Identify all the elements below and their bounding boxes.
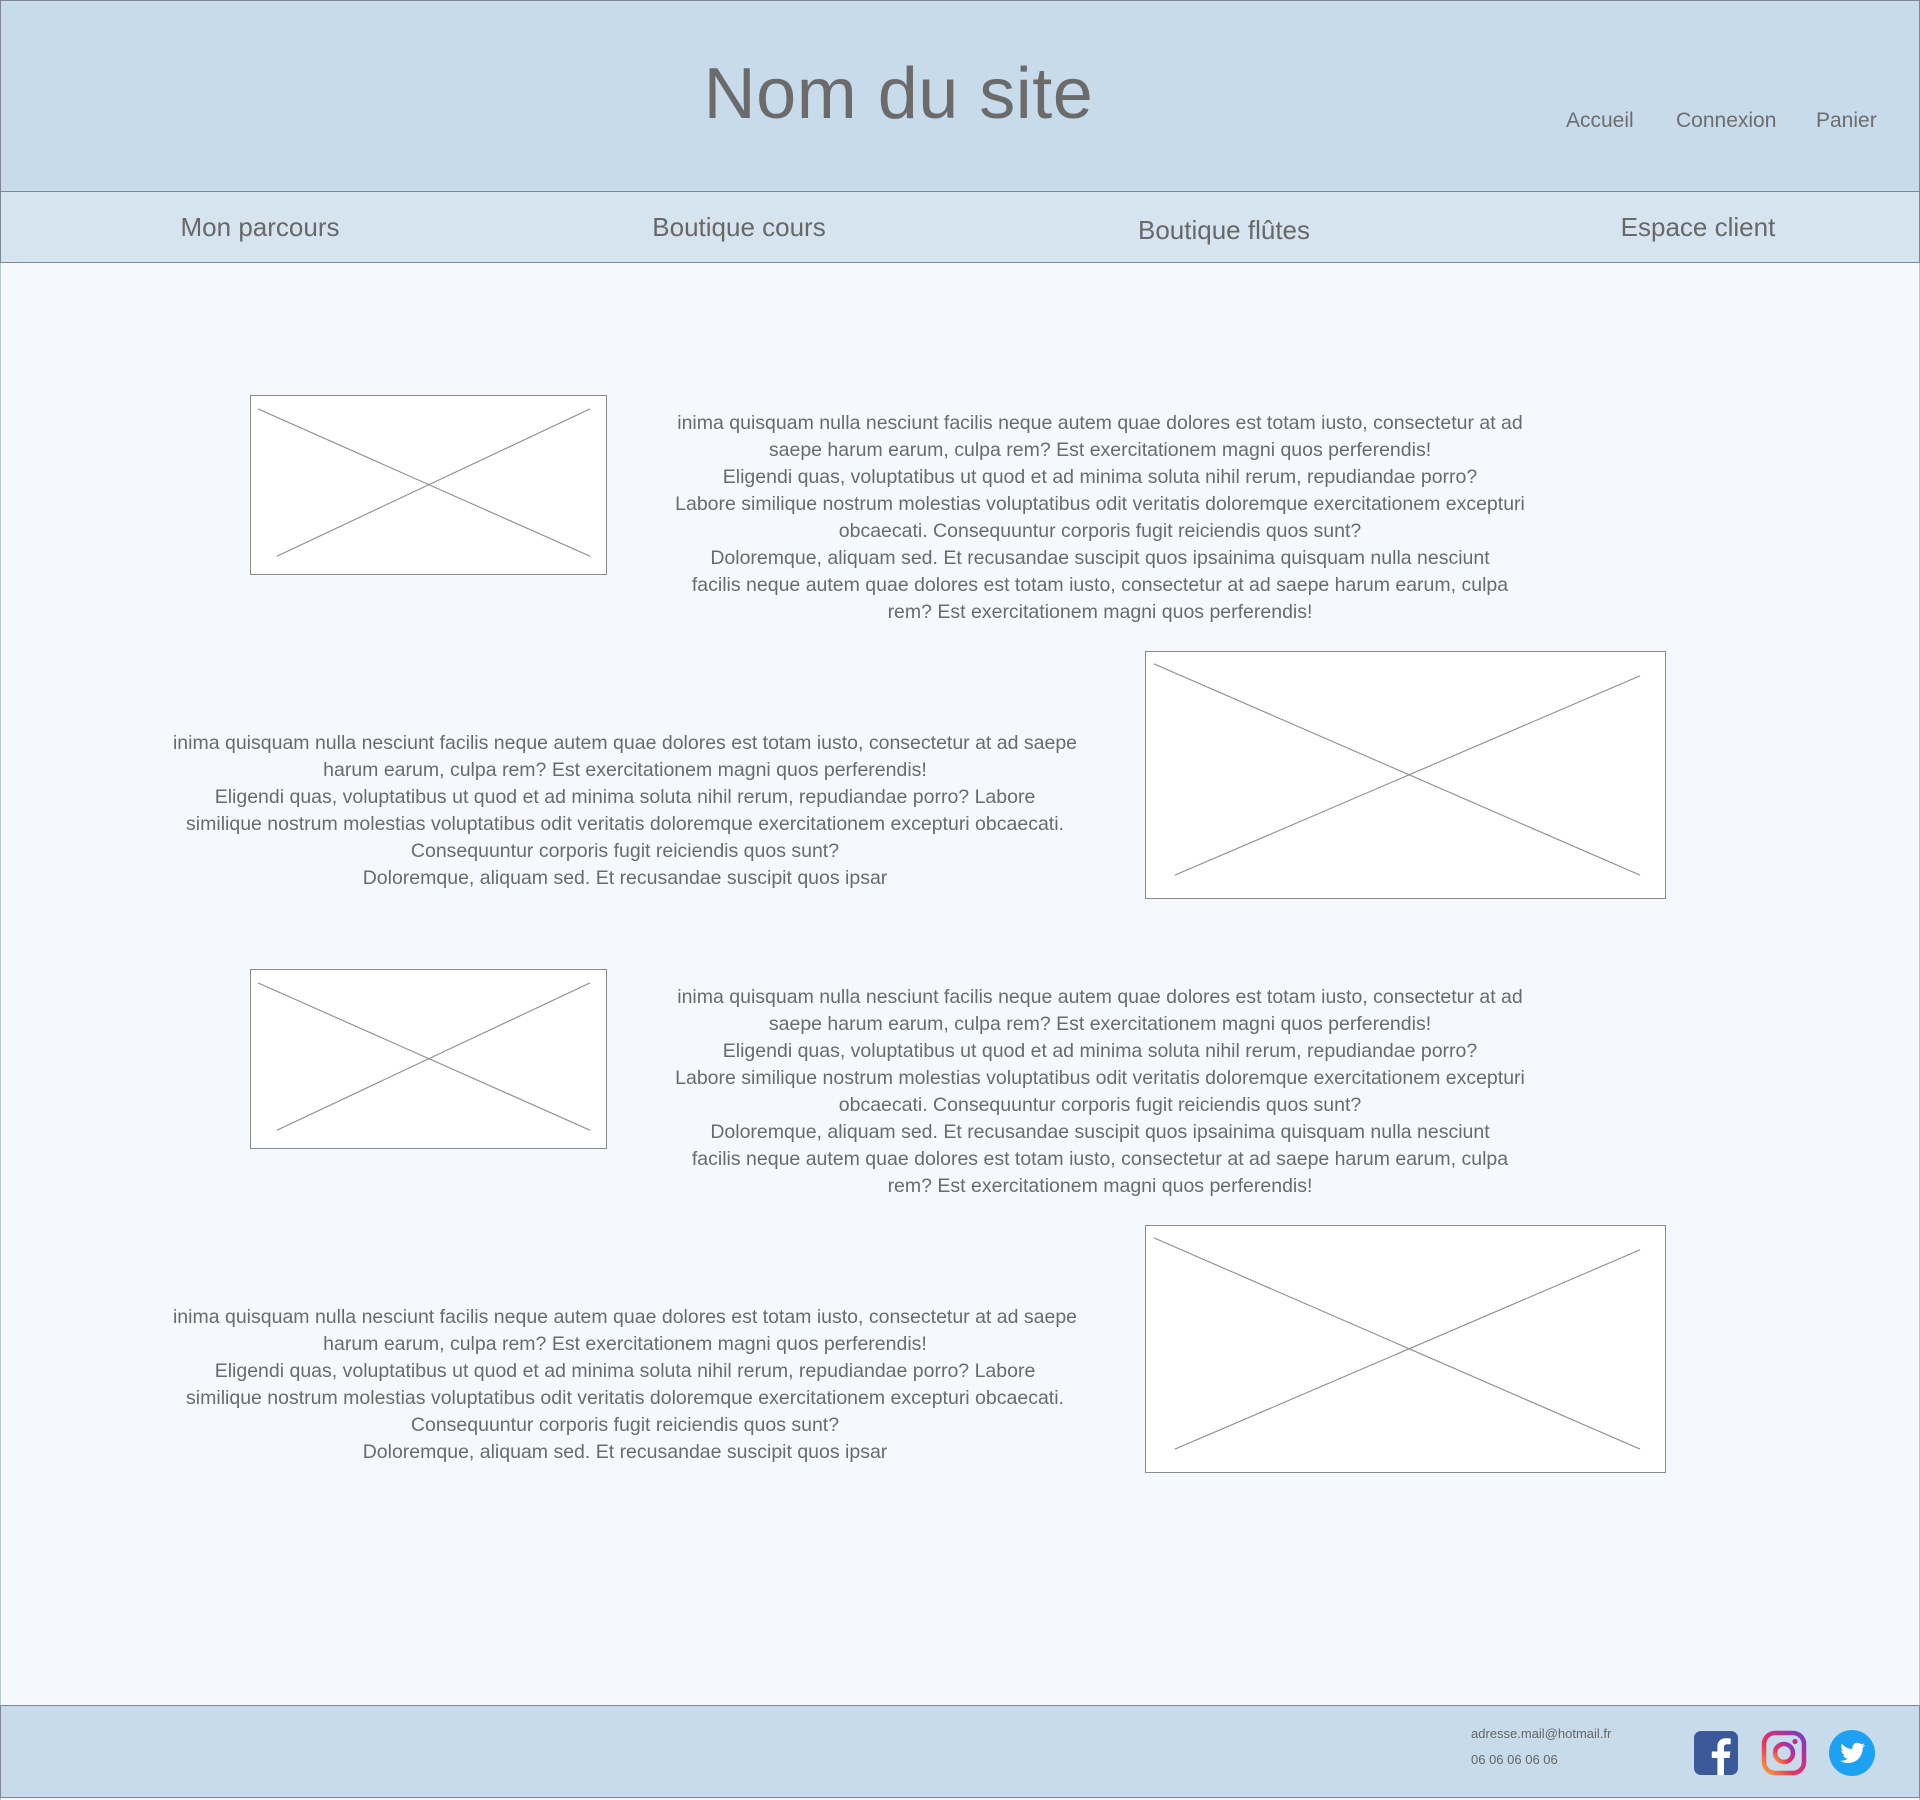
text-line: saepe harum earum, culpa rem? Est exerci… <box>768 439 1432 461</box>
text-line: rem? Est exercitationem magni quos perfe… <box>887 1175 1313 1197</box>
text-line: Labore similique nostrum molestias volup… <box>675 493 1525 515</box>
image-placeholder <box>1145 651 1666 899</box>
contact-phone: 06 06 06 06 06 <box>1471 1752 1558 1767</box>
nav-item-boutique-flutes[interactable]: Boutique flûtes <box>1138 215 1310 246</box>
text-block: inima quisquam nulla nesciunt facilis ne… <box>640 410 1560 626</box>
text-line: Doloremque, aliquam sed. Et recusandae s… <box>710 547 1490 569</box>
text-line: Doloremque, aliquam sed. Et recusandae s… <box>710 1121 1490 1143</box>
nav-item-boutique-cours[interactable]: Boutique cours <box>652 212 825 243</box>
text-line: rem? Est exercitationem magni quos perfe… <box>887 601 1313 623</box>
image-placeholder <box>1145 1225 1666 1473</box>
text-line: Doloremque, aliquam sed. Et recusandae s… <box>362 867 888 889</box>
text-line: Doloremque, aliquam sed. Et recusandae s… <box>362 1441 888 1463</box>
text-line: similique nostrum molestias voluptatibus… <box>186 813 1064 835</box>
main-nav: Mon parcours Boutique cours Boutique flû… <box>0 191 1920 263</box>
text-line: harum earum, culpa rem? Est exercitation… <box>323 1333 927 1355</box>
text-block: inima quisquam nulla nesciunt facilis ne… <box>640 984 1560 1200</box>
text-line: similique nostrum molestias voluptatibus… <box>186 1387 1064 1409</box>
text-line: Eligendi quas, voluptatibus ut quod et a… <box>214 786 1036 808</box>
nav-item-espace-client[interactable]: Espace client <box>1621 212 1776 243</box>
top-links: Accueil Connexion Panier <box>1 109 1920 139</box>
text-line: Eligendi quas, voluptatibus ut quod et a… <box>722 466 1478 488</box>
text-block: inima quisquam nulla nesciunt facilis ne… <box>145 1304 1105 1466</box>
text-line: Eligendi quas, voluptatibus ut quod et a… <box>722 1040 1478 1062</box>
image-placeholder <box>250 395 607 575</box>
contact-email[interactable]: adresse.mail@hotmail.fr <box>1471 1726 1611 1741</box>
text-line: harum earum, culpa rem? Est exercitation… <box>323 759 927 781</box>
text-line: obcaecati. Consequuntur corporis fugit r… <box>838 520 1362 542</box>
image-placeholder <box>250 969 607 1149</box>
facebook-icon[interactable] <box>1693 1730 1739 1776</box>
text-line: Labore similique nostrum molestias volup… <box>675 1067 1525 1089</box>
connexion-link[interactable]: Connexion <box>1676 109 1776 133</box>
page-frame <box>0 0 1920 1800</box>
text-line: inima quisquam nulla nesciunt facilis ne… <box>172 1306 1078 1328</box>
text-line: facilis neque autem quae dolores est tot… <box>691 1148 1509 1170</box>
text-line: Eligendi quas, voluptatibus ut quod et a… <box>214 1360 1036 1382</box>
site-footer: adresse.mail@hotmail.fr 06 06 06 06 06 <box>0 1705 1920 1798</box>
text-line: facilis neque autem quae dolores est tot… <box>691 574 1509 596</box>
text-line: obcaecati. Consequuntur corporis fugit r… <box>838 1094 1362 1116</box>
nav-item-mon-parcours[interactable]: Mon parcours <box>181 212 340 243</box>
text-line: inima quisquam nulla nesciunt facilis ne… <box>677 412 1523 434</box>
twitter-icon[interactable] <box>1829 1730 1875 1776</box>
text-block: inima quisquam nulla nesciunt facilis ne… <box>145 730 1105 892</box>
text-line: saepe harum earum, culpa rem? Est exerci… <box>768 1013 1432 1035</box>
panier-link[interactable]: Panier <box>1816 109 1877 133</box>
site-header: Nom du site Accueil Connexion Panier <box>0 0 1920 192</box>
text-line: inima quisquam nulla nesciunt facilis ne… <box>172 732 1078 754</box>
text-line: inima quisquam nulla nesciunt facilis ne… <box>677 986 1523 1008</box>
text-line: Consequuntur corporis fugit reiciendis q… <box>410 840 840 862</box>
accueil-link[interactable]: Accueil <box>1566 109 1634 133</box>
text-line: Consequuntur corporis fugit reiciendis q… <box>410 1414 840 1436</box>
instagram-icon[interactable] <box>1761 1730 1807 1776</box>
